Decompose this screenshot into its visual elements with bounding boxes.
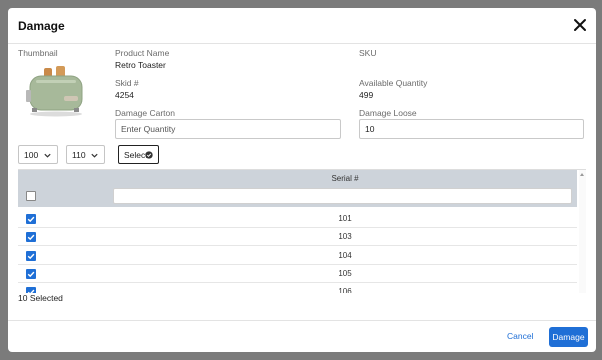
- damage-loose-label: Damage Loose: [359, 108, 417, 118]
- serial-cell: 105: [338, 268, 352, 278]
- chevron-down-icon: [44, 153, 51, 158]
- select-range-button[interactable]: Select: [118, 145, 159, 164]
- serial-cell: 101: [338, 214, 352, 223]
- serial-grid: Serial # 101 103 104 105 106: [18, 169, 586, 293]
- product-name-label: Product Name: [115, 48, 170, 58]
- cancel-button[interactable]: Cancel: [507, 331, 533, 341]
- modal-title: Damage: [18, 19, 65, 33]
- table-row[interactable]: 104: [18, 246, 577, 265]
- table-row[interactable]: 106: [18, 283, 577, 293]
- table-row[interactable]: 103: [18, 228, 577, 247]
- close-icon[interactable]: [572, 17, 588, 33]
- skid-value: 4254: [115, 90, 134, 100]
- skid-label: Skid #: [115, 78, 139, 88]
- serial-cell: 106: [338, 287, 352, 293]
- select-all-checkbox[interactable]: [26, 191, 36, 201]
- range-from-value: 100: [24, 150, 39, 160]
- table-row[interactable]: 105: [18, 264, 577, 283]
- row-checkbox[interactable]: [26, 250, 36, 261]
- range-to-value: 110: [72, 150, 86, 160]
- damage-button[interactable]: Damage: [549, 327, 588, 347]
- modal-footer: Cancel Damage: [8, 320, 596, 352]
- check-circle-icon: [145, 151, 153, 159]
- grid-scrollbar[interactable]: [579, 170, 586, 293]
- selected-count: 10 Selected: [18, 293, 63, 303]
- sku-label: SKU: [359, 48, 377, 58]
- damage-carton-label: Damage Carton: [115, 108, 176, 118]
- range-from-select[interactable]: 100: [18, 145, 58, 164]
- available-quantity-label: Available Quantity: [359, 78, 428, 88]
- serial-cell: 104: [338, 250, 352, 260]
- grid-header: Serial #: [18, 170, 577, 207]
- backdrop: Damage Thumbnail Product Name Retro Toas…: [0, 0, 602, 360]
- product-name: Retro Toaster: [115, 60, 166, 70]
- product-thumbnail: [24, 62, 88, 118]
- damage-carton-input[interactable]: [115, 119, 341, 139]
- row-checkbox[interactable]: [26, 268, 36, 279]
- range-to-select[interactable]: 110: [66, 145, 105, 164]
- damage-loose-input[interactable]: [359, 119, 584, 139]
- table-row[interactable]: 101: [18, 210, 577, 228]
- serial-filter-input[interactable]: [113, 188, 572, 204]
- scroll-up-icon[interactable]: [580, 173, 584, 176]
- modal-header: Damage: [8, 8, 596, 44]
- column-header-serial[interactable]: Serial #: [18, 174, 577, 183]
- row-checkbox[interactable]: [26, 214, 36, 224]
- thumbnail-label: Thumbnail: [18, 48, 58, 58]
- available-quantity-value: 499: [359, 90, 374, 100]
- row-checkbox[interactable]: [26, 232, 36, 243]
- damage-modal: Damage Thumbnail Product Name Retro Toas…: [8, 8, 596, 352]
- chevron-down-icon: [91, 153, 98, 158]
- serial-cell: 103: [338, 232, 352, 242]
